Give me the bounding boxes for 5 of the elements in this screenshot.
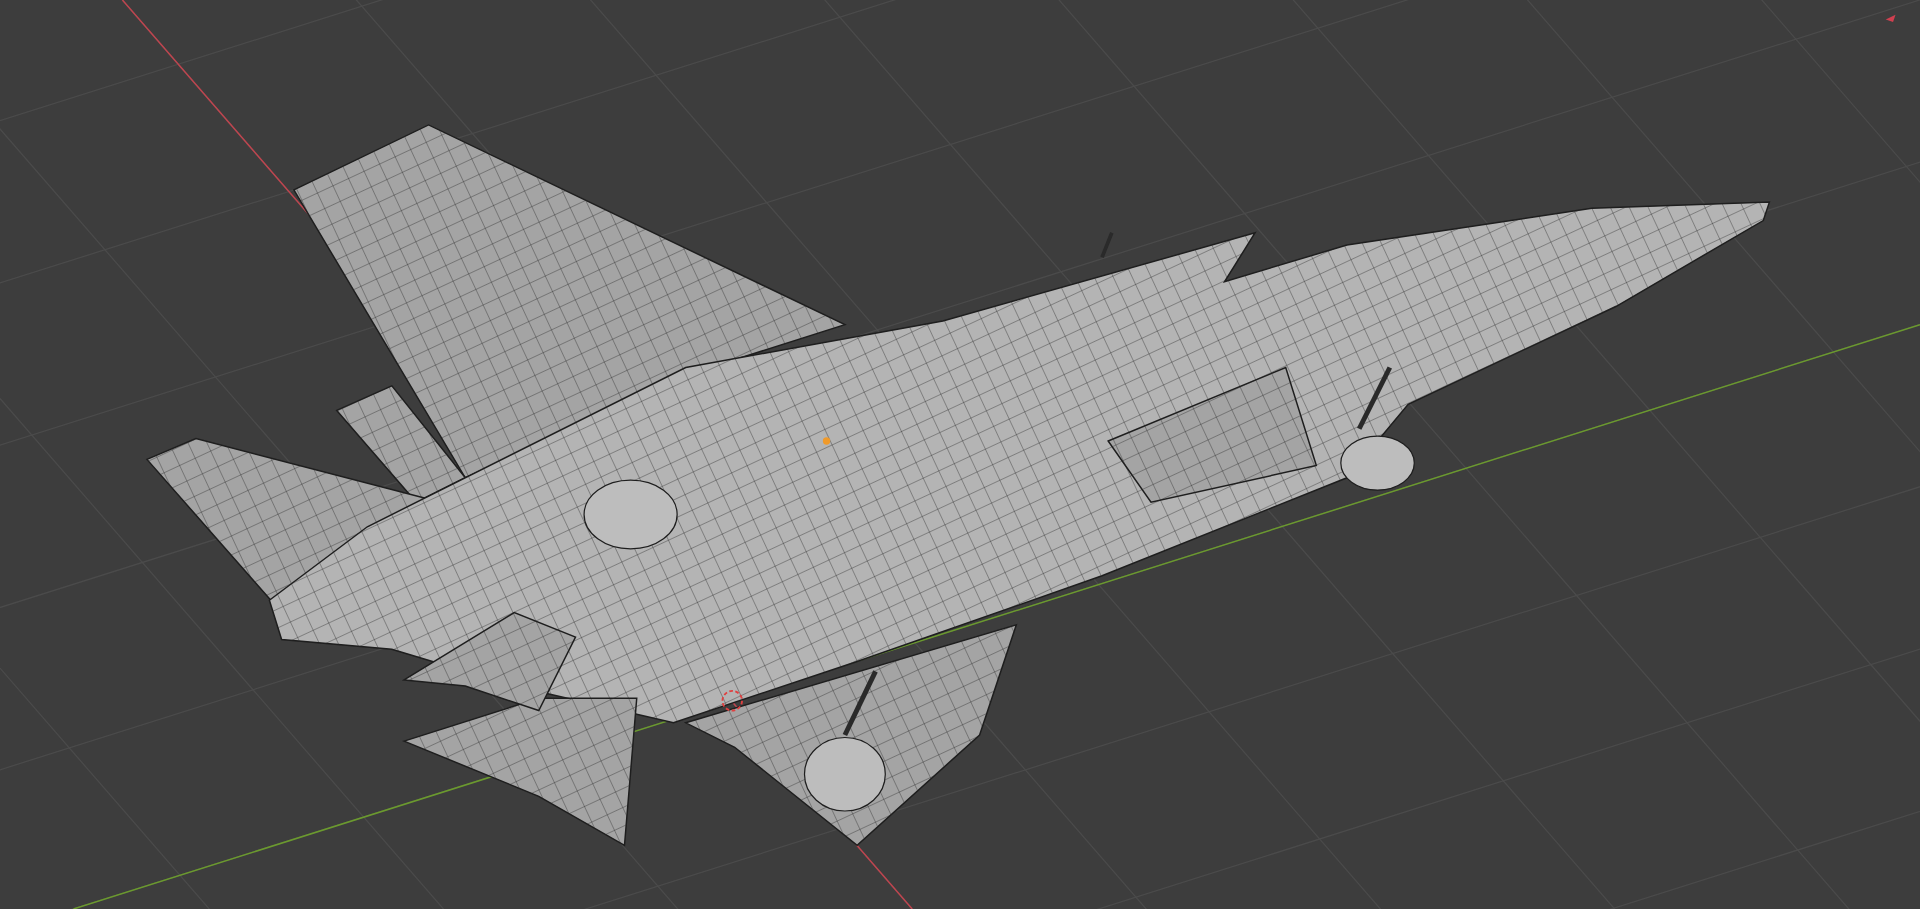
origin-dot bbox=[822, 437, 831, 445]
3d-viewport[interactable] bbox=[0, 0, 1920, 909]
3d-cursor-icon[interactable] bbox=[721, 690, 743, 712]
jet-wireframe-drawing[interactable] bbox=[145, 124, 1771, 847]
corner-mark-icon bbox=[1885, 14, 1896, 23]
